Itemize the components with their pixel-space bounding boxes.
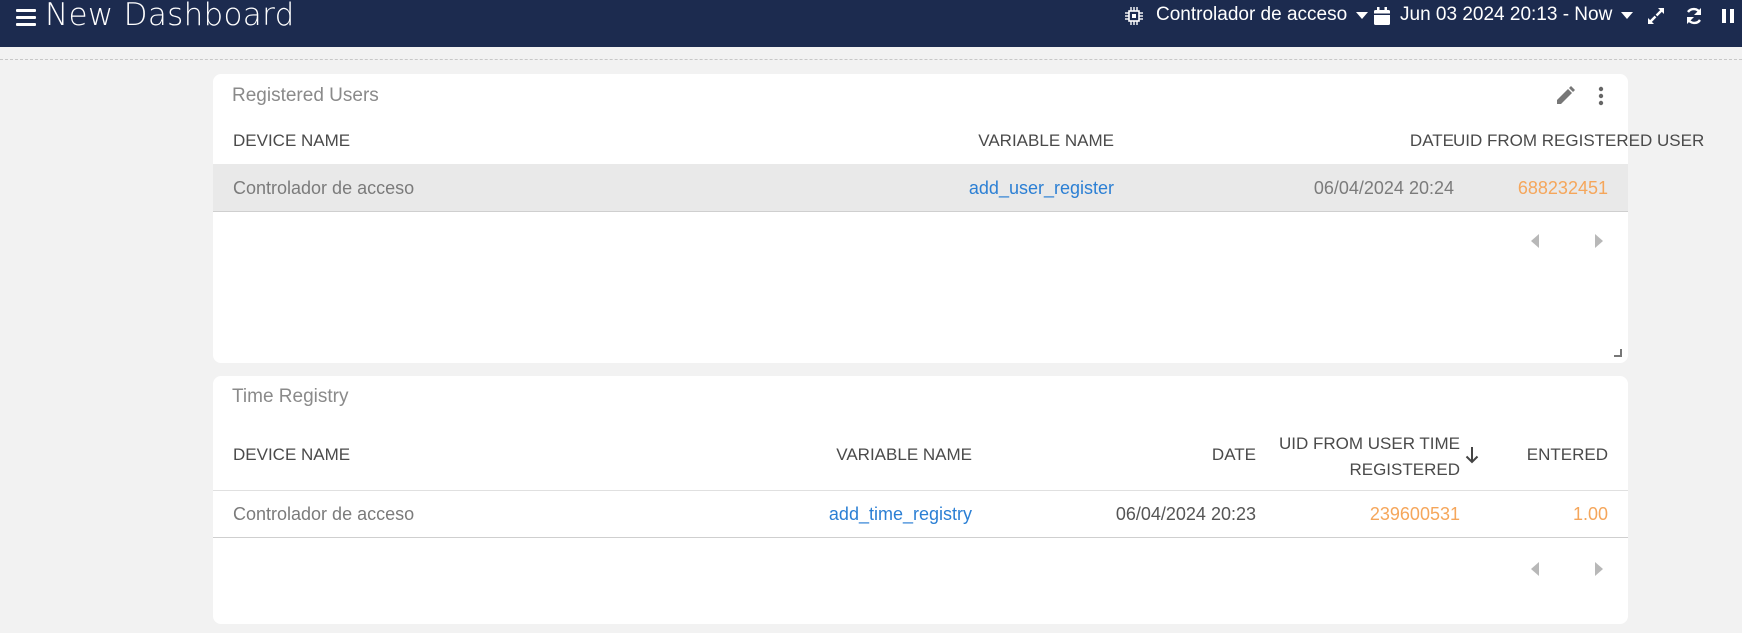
column-header[interactable]: DEVICE NAME <box>233 131 350 151</box>
sort-arrow-down-icon[interactable] <box>1465 446 1479 464</box>
pause-icon[interactable] <box>1720 6 1736 26</box>
cell-entered: 1.00 <box>1572 504 1608 524</box>
menu-icon[interactable] <box>16 9 36 27</box>
divider <box>0 59 1742 60</box>
cell-device-name: Controlador de acceso <box>233 178 415 198</box>
column-header[interactable]: DEVICE NAME <box>233 445 350 465</box>
cell-uid: 239600531 <box>1369 504 1460 524</box>
dashboard-title: New Dashboard <box>45 0 295 33</box>
calendar-icon <box>1374 7 1390 25</box>
pencil-icon[interactable] <box>1554 85 1576 107</box>
resize-handle-icon[interactable] <box>1614 349 1622 357</box>
column-header-uid[interactable]: UID FROM USER TIME REGISTERED <box>1257 431 1485 483</box>
column-header[interactable]: UID FROM REGISTERED USER <box>1453 131 1704 151</box>
chevron-down-icon <box>1356 11 1369 19</box>
refresh-icon[interactable] <box>1684 6 1704 26</box>
row-divider <box>213 537 1628 538</box>
cell-variable-name[interactable]: add_time_registry <box>613 504 972 525</box>
table-row[interactable]: Controlador de acceso add_user_register … <box>213 164 1628 211</box>
row-divider <box>213 211 1628 212</box>
device-selector-label: Controlador de acceso <box>1156 4 1348 25</box>
column-header[interactable]: VARIABLE NAME <box>768 131 1114 151</box>
device-selector[interactable]: Controlador de acceso <box>1156 4 1369 26</box>
date-range-label: Jun 03 2024 20:13 - Now <box>1400 4 1613 25</box>
column-header-line: REGISTERED <box>1349 460 1460 479</box>
widget-title: Time Registry <box>232 386 349 407</box>
chevron-right-icon[interactable] <box>1595 562 1603 576</box>
chevron-left-icon[interactable] <box>1531 562 1539 576</box>
chevron-down-icon <box>1621 11 1634 19</box>
cell-variable-name[interactable]: add_user_register <box>768 178 1114 199</box>
cell-uid: 688232451 <box>1517 178 1608 198</box>
top-bar: New Dashboard Controlador de acceso Jun … <box>0 0 1742 47</box>
cell-device-name: Controlador de acceso <box>233 504 415 524</box>
chevron-right-icon[interactable] <box>1595 234 1603 248</box>
expand-icon[interactable] <box>1646 6 1666 26</box>
registered-users-widget: Registered Users DEVICE NAME VARIABLE NA… <box>213 74 1704 363</box>
cell-date: 06/04/2024 20:24 <box>1313 178 1454 198</box>
cell-date: 06/04/2024 20:23 <box>1115 504 1256 524</box>
column-header-line: UID FROM USER TIME <box>1278 434 1460 453</box>
table-row[interactable]: Controlador de acceso add_time_registry … <box>213 491 1628 537</box>
column-header[interactable]: DATE <box>1113 131 1454 151</box>
column-header[interactable]: DATE <box>973 445 1256 465</box>
column-header[interactable]: ENTERED <box>1485 445 1608 465</box>
date-range-selector[interactable]: Jun 03 2024 20:13 - Now <box>1400 4 1634 26</box>
more-vertical-icon[interactable] <box>1598 86 1604 106</box>
column-header[interactable]: VARIABLE NAME <box>613 445 972 465</box>
chip-icon <box>1125 7 1143 25</box>
chevron-left-icon[interactable] <box>1531 234 1539 248</box>
time-registry-widget: Time Registry DEVICE NAME VARIABLE NAME … <box>213 376 1628 624</box>
widget-title: Registered Users <box>232 85 379 106</box>
